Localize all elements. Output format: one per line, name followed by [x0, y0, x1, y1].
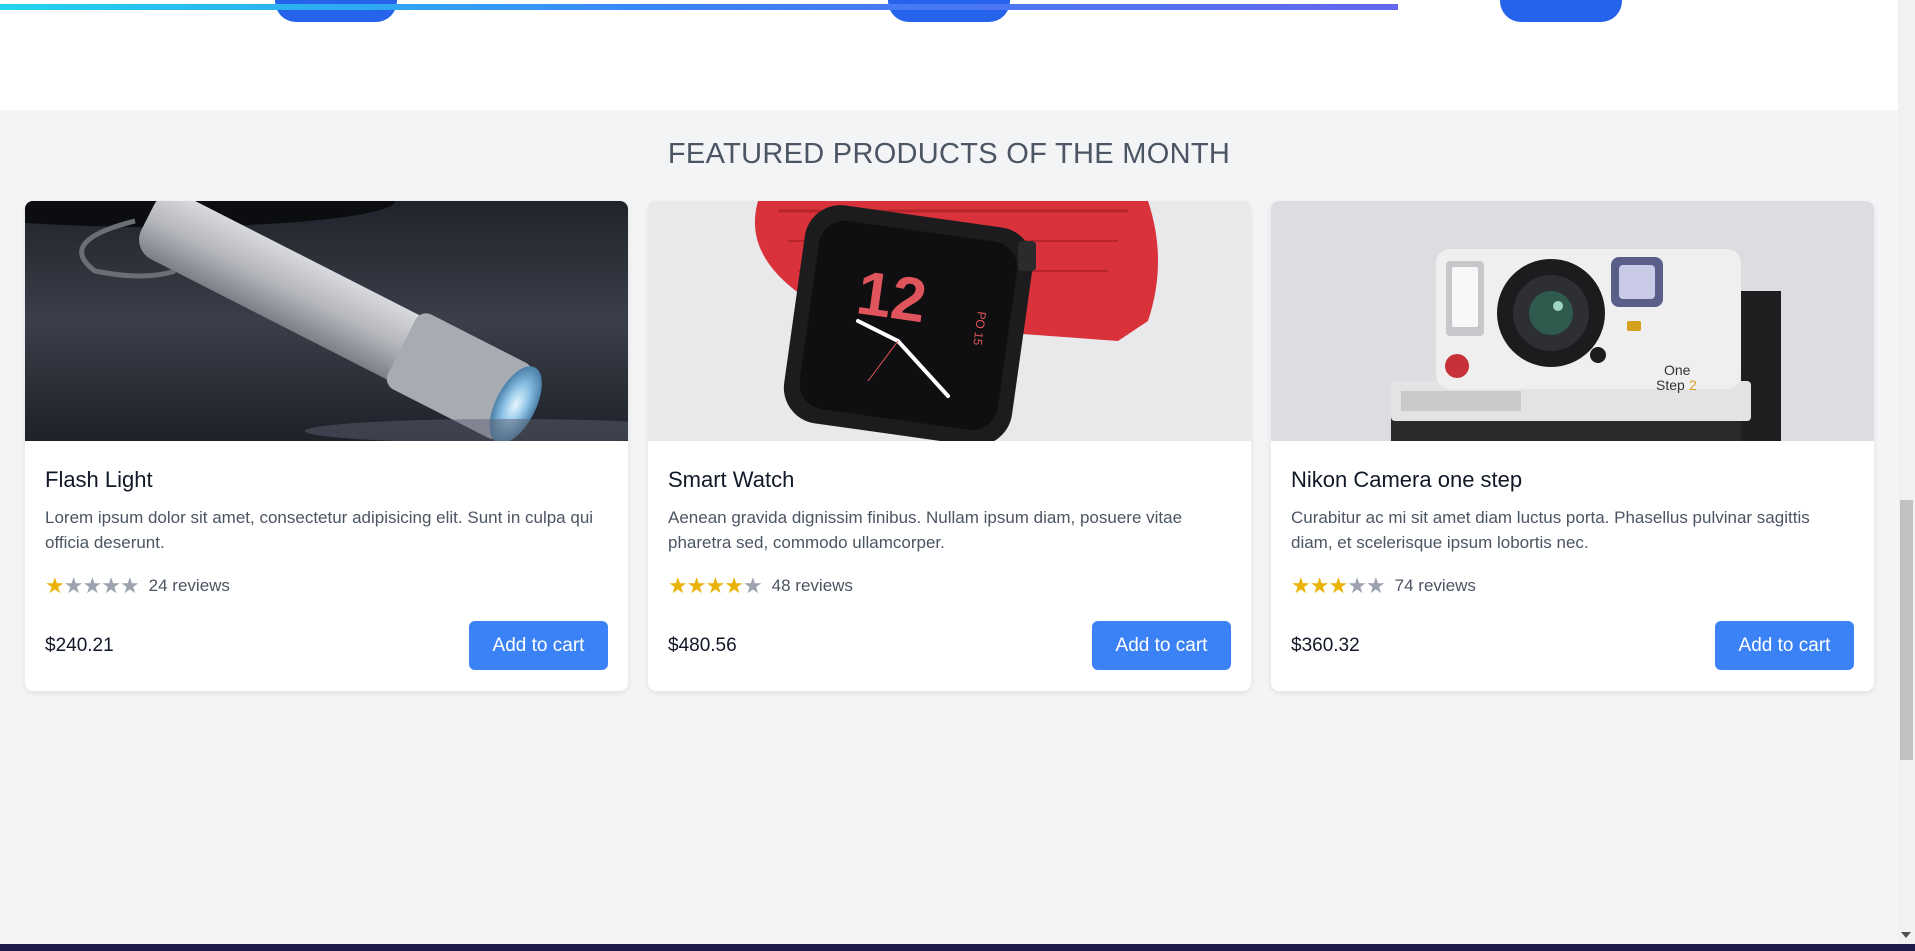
star-icon: ★: [742, 573, 763, 598]
star-icon: ★: [705, 573, 726, 598]
product-rating: ★ ★ ★ ★ ★ 74 reviews: [1291, 575, 1476, 597]
product-card: One Step 2 Nikon Camera one step Curabit…: [1271, 201, 1874, 691]
product-card: Flash Light Lorem ipsum dolor sit amet, …: [25, 201, 628, 691]
review-count: 74 reviews: [1394, 576, 1476, 595]
category-button[interactable]: [1500, 0, 1622, 22]
section-title: FEATURED PRODUCTS OF THE MONTH: [667, 138, 1231, 170]
product-image-camera[interactable]: One Step 2: [1271, 201, 1874, 441]
star-icon: ★: [1365, 573, 1386, 598]
scrollbar-track[interactable]: [1898, 0, 1915, 944]
star-icon: ★: [686, 573, 707, 598]
star-icon: ★: [63, 573, 84, 598]
add-to-cart-button[interactable]: Add to cart: [1715, 621, 1854, 670]
star-icon: ★: [1309, 573, 1330, 598]
review-count: 48 reviews: [771, 576, 853, 595]
product-title[interactable]: Flash Light: [45, 467, 153, 493]
star-icon: ★: [1347, 573, 1367, 598]
product-description: Aenean gravida dignissim finibus. Nullam…: [668, 508, 1183, 552]
add-to-cart-button[interactable]: Add to cart: [1092, 621, 1231, 670]
scrollbar-thumb[interactable]: [1900, 500, 1913, 760]
camera-model-line1: One: [1664, 362, 1691, 378]
camera-model-line2: Step: [1656, 377, 1685, 393]
product-price: $360.32: [1291, 635, 1360, 656]
star-icon: ★: [1328, 573, 1349, 598]
product-description: Curabitur ac mi sit amet diam luctus por…: [1291, 508, 1810, 552]
star-icon: ★: [119, 573, 140, 598]
camera-photo: One Step 2: [1271, 201, 1874, 441]
product-price: $480.56: [668, 635, 737, 656]
star-icon: ★: [82, 573, 103, 598]
camera-model-suffix: 2: [1689, 377, 1697, 393]
product-description: Lorem ipsum dolor sit amet, consectetur …: [45, 508, 594, 552]
star-icon: ★: [1291, 573, 1311, 598]
add-to-cart-button[interactable]: Add to cart: [469, 621, 608, 670]
product-price: $240.21: [45, 635, 114, 656]
product-rating: ★ ★ ★ ★ ★ 48 reviews: [668, 575, 853, 597]
product-card: 12 PO 15 Smart Watch Aenean gravida dign…: [648, 201, 1251, 691]
star-icon: ★: [668, 573, 688, 598]
scroll-progress-bar: [0, 4, 1398, 10]
hero-section-bottom: [0, 0, 1898, 110]
star-icon: ★: [101, 573, 121, 598]
footer-edge: [0, 944, 1915, 951]
product-image-flashlight[interactable]: [25, 201, 628, 441]
product-title[interactable]: Nikon Camera one step: [1291, 467, 1522, 493]
star-icon: ★: [45, 573, 65, 598]
scroll-down-arrow-icon[interactable]: [1901, 932, 1911, 938]
smartwatch-photo: 12 PO 15: [648, 201, 1251, 441]
star-icon: ★: [724, 573, 744, 598]
review-count: 24 reviews: [148, 576, 230, 595]
product-rating: ★ ★ ★ ★ ★ 24 reviews: [45, 575, 230, 597]
product-image-smartwatch[interactable]: 12 PO 15: [648, 201, 1251, 441]
flashlight-photo: [25, 201, 628, 441]
product-title[interactable]: Smart Watch: [668, 467, 794, 493]
